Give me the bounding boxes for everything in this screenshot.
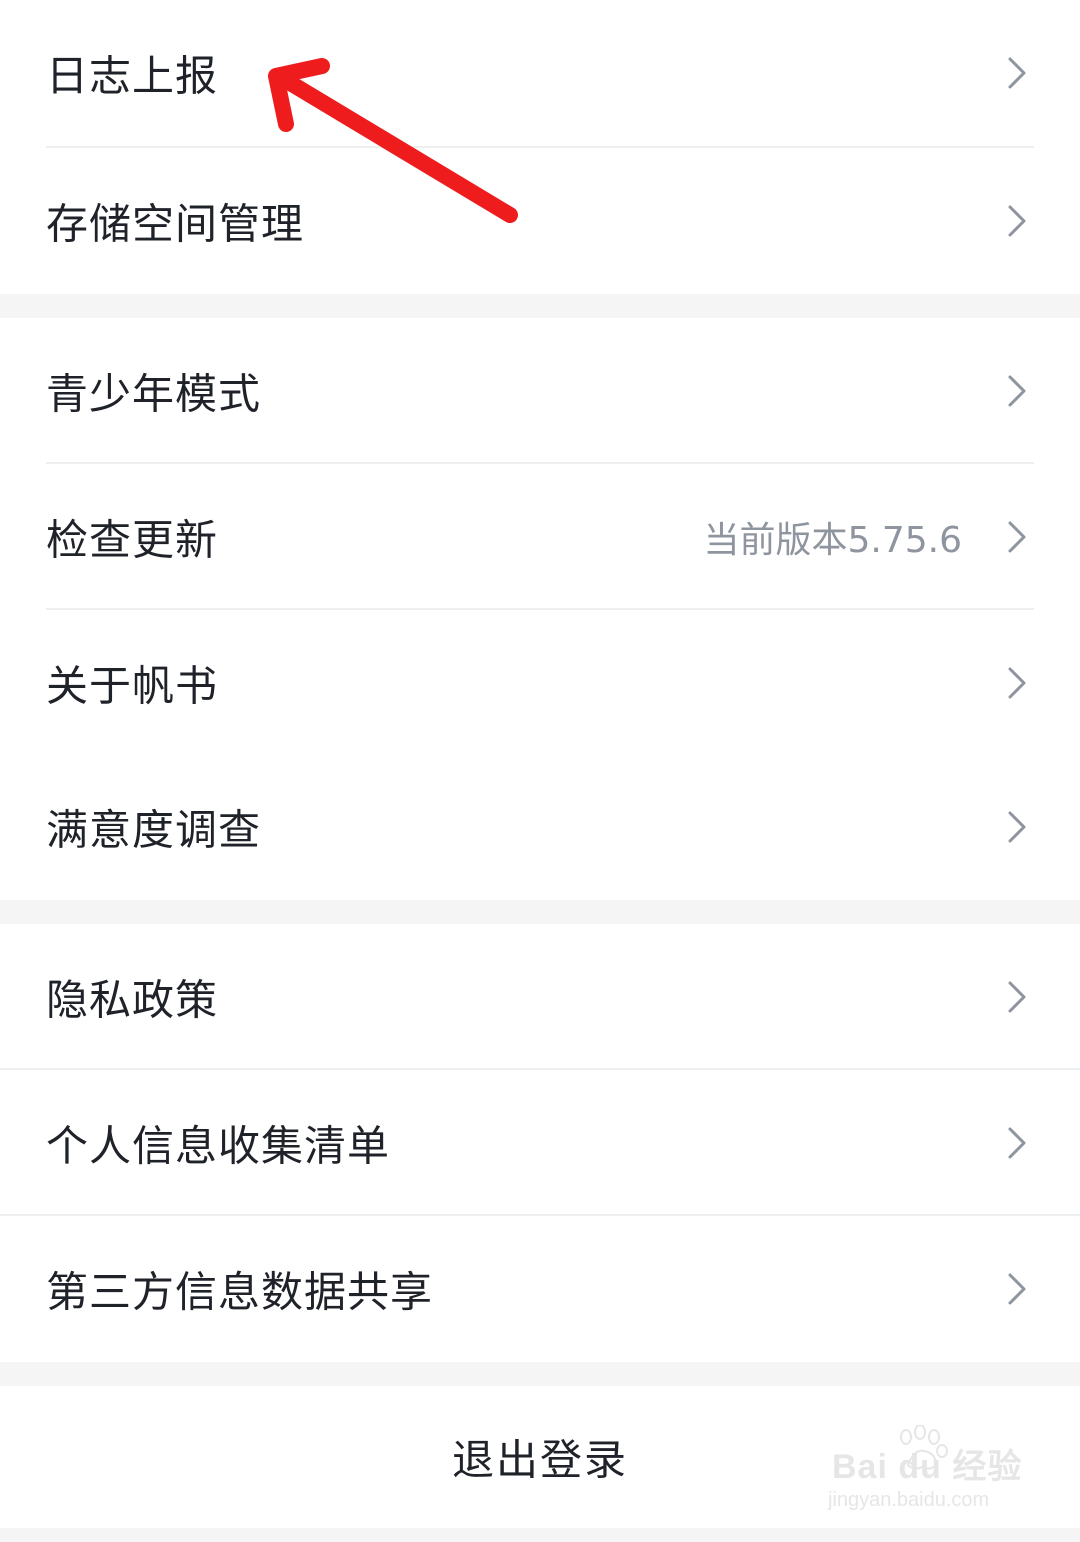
menu-item-label: 日志上报 bbox=[46, 51, 219, 101]
menu-item-privacy-policy[interactable]: 隐私政策 bbox=[0, 924, 1080, 1070]
settings-group-1: 日志上报 存储空间管理 bbox=[0, 0, 1080, 294]
version-value: 当前版本5.75.6 bbox=[703, 520, 962, 561]
menu-item-log-report[interactable]: 日志上报 bbox=[0, 0, 1080, 146]
menu-item-survey[interactable]: 满意度调查 bbox=[0, 754, 1080, 900]
chevron-right-icon bbox=[1008, 667, 1026, 699]
chevron-right-icon bbox=[1008, 1127, 1026, 1159]
chevron-right-icon bbox=[1008, 521, 1026, 553]
menu-item-label: 关于帆书 bbox=[46, 661, 219, 711]
menu-item-personal-info-list[interactable]: 个人信息收集清单 bbox=[0, 1070, 1080, 1216]
menu-item-label: 存储空间管理 bbox=[46, 199, 305, 249]
menu-item-label: 青少年模式 bbox=[46, 369, 262, 419]
menu-item-check-update[interactable]: 检查更新 当前版本5.75.6 bbox=[0, 464, 1080, 610]
watermark-brand: Bai du 经验 bbox=[832, 1448, 1023, 1486]
menu-item-storage[interactable]: 存储空间管理 bbox=[0, 148, 1080, 294]
menu-item-about[interactable]: 关于帆书 bbox=[0, 610, 1080, 756]
chevron-right-icon bbox=[1008, 1273, 1026, 1305]
menu-item-third-party-sharing[interactable]: 第三方信息数据共享 bbox=[0, 1216, 1080, 1362]
menu-item-teen-mode[interactable]: 青少年模式 bbox=[0, 318, 1080, 464]
watermark-logo: Bai du 经验 jingyan.baidu.com bbox=[826, 1425, 1026, 1525]
menu-item-label: 个人信息收集清单 bbox=[46, 1121, 391, 1171]
menu-item-label: 满意度调查 bbox=[46, 805, 262, 855]
settings-group-2: 青少年模式 检查更新 当前版本5.75.6 关于帆书 满意度调查 bbox=[0, 318, 1080, 900]
menu-item-label: 第三方信息数据共享 bbox=[46, 1267, 434, 1317]
chevron-right-icon bbox=[1008, 205, 1026, 237]
chevron-right-icon bbox=[1008, 57, 1026, 89]
chevron-right-icon bbox=[1008, 981, 1026, 1013]
settings-group-3: 隐私政策 个人信息收集清单 第三方信息数据共享 bbox=[0, 924, 1080, 1362]
menu-item-label: 检查更新 bbox=[46, 515, 219, 565]
chevron-right-icon bbox=[1008, 811, 1026, 843]
menu-item-label: 隐私政策 bbox=[46, 975, 219, 1025]
settings-page: 日志上报 存储空间管理 青少年模式 检查更新 当前版本5.75.6 关于帆书 满… bbox=[0, 0, 1080, 1542]
chevron-right-icon bbox=[1008, 375, 1026, 407]
watermark-url: jingyan.baidu.com bbox=[828, 1489, 990, 1511]
